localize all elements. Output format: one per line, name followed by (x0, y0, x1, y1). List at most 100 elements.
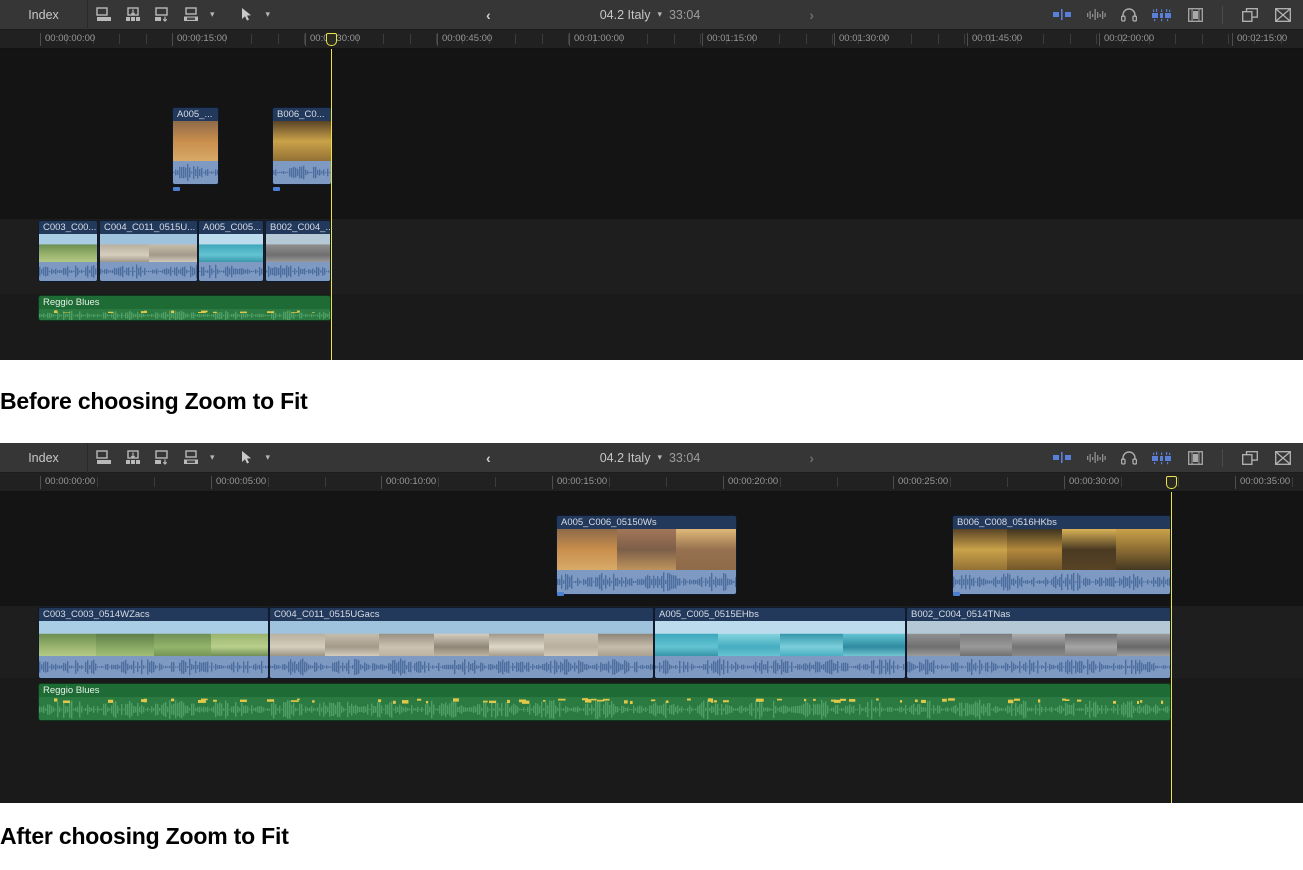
insert-clip-icon[interactable] (123, 448, 143, 468)
clip-audio-waveform (39, 262, 97, 281)
timeline-index-close-icon[interactable] (1273, 448, 1293, 468)
clip-thumbnail (273, 121, 331, 163)
clip-skimming-icon[interactable] (1152, 448, 1172, 468)
connection-point-marker (953, 592, 960, 596)
ruler-minor-tick (609, 477, 610, 487)
video-clip[interactable]: A005_... (172, 107, 219, 185)
arrow-select-tool-icon[interactable] (237, 5, 257, 25)
previous-project-button[interactable]: ‹ (486, 450, 491, 466)
video-clip[interactable]: B006_C008_0516HKbs (952, 515, 1171, 595)
ruler-minor-tick (1007, 477, 1008, 487)
headphones-solo-icon[interactable] (1119, 5, 1139, 25)
filmstrip-view-icon[interactable] (1185, 448, 1205, 468)
clip-thumbnail (96, 621, 153, 658)
clip-audio-waveform (39, 656, 268, 678)
audio-clip[interactable]: Reggio Blues (38, 295, 331, 321)
clip-audio-waveform (270, 656, 653, 678)
audio-clip[interactable]: Reggio Blues (38, 683, 1171, 721)
project-title[interactable]: 04.2 Italy (600, 8, 651, 22)
audio-waveform (655, 656, 905, 678)
audio-clip-body (39, 309, 330, 320)
connect-clip-icon[interactable] (181, 448, 201, 468)
clip-filmstrip (270, 621, 653, 658)
overwrite-clip-icon[interactable] (152, 5, 172, 25)
audio-waveform (39, 262, 97, 281)
clip-appearance-icon[interactable] (1053, 448, 1073, 468)
connection-point-marker (273, 187, 280, 191)
video-clip[interactable]: A005_C005... (198, 220, 264, 282)
video-clip[interactable]: C004_C011_0515UGacs (269, 607, 654, 679)
append-to-storyline-icon[interactable] (94, 5, 114, 25)
ruler-minor-tick (964, 34, 965, 44)
timeline-tracks-before[interactable]: A005_... B006_C0... C003_C00...C004_C011_0… (0, 49, 1303, 360)
window-layout-icon[interactable] (1240, 5, 1260, 25)
video-clip[interactable]: B002_C004_... (265, 220, 331, 282)
audio-meters-icon[interactable] (1086, 5, 1106, 25)
ruler-minor-tick (1043, 34, 1044, 44)
ruler-minor-tick (1070, 34, 1071, 44)
playhead[interactable] (331, 49, 332, 360)
ruler-time-label: 00:00:15:00 (552, 476, 607, 487)
playhead-handle[interactable] (1166, 476, 1177, 489)
headphones-solo-icon[interactable] (1119, 448, 1139, 468)
playhead-handle[interactable] (326, 33, 337, 46)
append-to-storyline-icon[interactable] (94, 448, 114, 468)
ruler-time-label: 00:00:20:00 (723, 476, 778, 487)
chevron-down-icon[interactable]: ▾ (657, 10, 662, 19)
video-clip[interactable]: C003_C003_0514WZacs (38, 607, 269, 679)
clip-appearance-icon[interactable] (1053, 5, 1073, 25)
connect-clip-icon[interactable] (181, 5, 201, 25)
timeline-index-close-icon[interactable] (1273, 5, 1293, 25)
clip-filmstrip (655, 621, 905, 658)
clip-thumbnail (266, 234, 330, 264)
clip-audio-waveform (100, 262, 197, 281)
ruler-time-label: 00:01:30:00 (834, 33, 889, 44)
timeline-ruler-after[interactable]: 00:00:00:0000:00:05:0000:00:10:0000:00:1… (0, 473, 1303, 492)
previous-project-button[interactable]: ‹ (486, 7, 491, 23)
chevron-down-icon[interactable]: ▾ (657, 453, 662, 462)
clip-name-label: C004_C011_0515UGacs (270, 608, 653, 621)
audio-waveform (953, 570, 1170, 594)
audio-peak-indicators (39, 697, 1170, 705)
video-clip[interactable]: C004_C011_0515U... (99, 220, 198, 282)
toolbar-right-group (1053, 0, 1303, 30)
video-clip[interactable]: A005_C006_05150Ws (556, 515, 737, 595)
audio-waveform (907, 656, 1170, 678)
window-layout-icon[interactable] (1240, 448, 1260, 468)
chevron-down-icon[interactable]: ▾ (210, 453, 215, 462)
video-clip[interactable]: B006_C0... (272, 107, 332, 185)
clip-audio-waveform (199, 262, 263, 281)
ruler-minor-tick (1202, 34, 1203, 44)
chevron-down-icon[interactable]: ▾ (266, 10, 271, 19)
audio-meters-icon[interactable] (1086, 448, 1106, 468)
caption-before-band: Before choosing Zoom to Fit (0, 360, 1303, 443)
ruler-time-label: 00:00:05:00 (211, 476, 266, 487)
clip-skimming-icon[interactable] (1152, 5, 1172, 25)
video-clip[interactable]: C003_C00... (38, 220, 98, 282)
video-clip[interactable]: A005_C005_0515EHbs (654, 607, 906, 679)
playhead[interactable] (1171, 492, 1172, 803)
overwrite-clip-icon[interactable] (152, 448, 172, 468)
ruler-time-label: 00:00:10:00 (381, 476, 436, 487)
insert-clip-icon[interactable] (123, 5, 143, 25)
clip-name-label: B002_C004_... (266, 221, 330, 234)
arrow-select-tool-icon[interactable] (237, 448, 257, 468)
next-project-button[interactable]: › (809, 450, 814, 466)
timeline-toolbar-before: Index ▾ ▾ ‹ 04.2 Ital (0, 0, 1303, 30)
project-title[interactable]: 04.2 Italy (600, 451, 651, 465)
ruler-minor-tick (647, 34, 648, 44)
clip-thumbnail (211, 621, 268, 658)
filmstrip-view-icon[interactable] (1185, 5, 1205, 25)
chevron-down-icon[interactable]: ▾ (266, 453, 271, 462)
timeline-index-button[interactable]: Index (0, 0, 88, 30)
video-clip[interactable]: B002_C004_0514TNas (906, 607, 1171, 679)
ruler-time-label: 00:01:00:00 (569, 33, 624, 44)
ruler-minor-tick (700, 34, 701, 44)
timeline-index-button[interactable]: Index (0, 443, 88, 473)
ruler-minor-tick (674, 34, 675, 44)
chevron-down-icon[interactable]: ▾ (210, 10, 215, 19)
next-project-button[interactable]: › (809, 7, 814, 23)
timeline-tracks-after[interactable]: A005_C006_05150Ws B006_C008_0516HKbs C003_… (0, 492, 1303, 803)
clip-name-label: A005_C005... (199, 221, 263, 234)
timeline-ruler-before[interactable]: 00:00:00:0000:00:15:0000:00:30:0000:00:4… (0, 30, 1303, 49)
